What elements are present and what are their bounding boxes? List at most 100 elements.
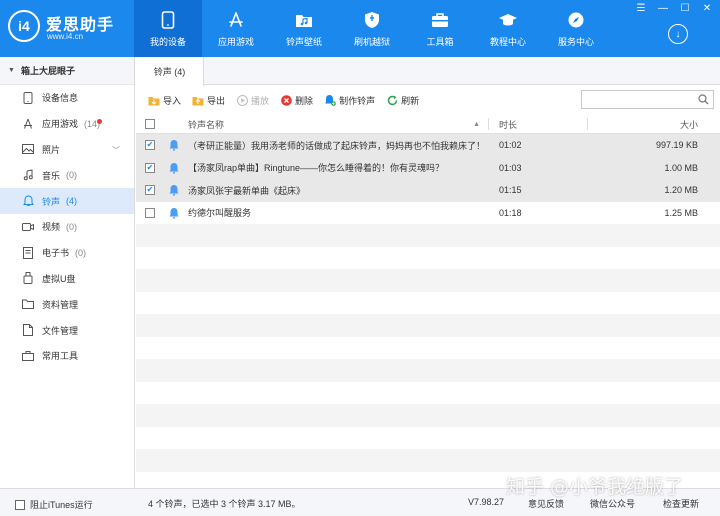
device-name: 箱上大屁眼子	[20, 66, 75, 76]
bell-plus-icon	[324, 94, 336, 106]
row-duration: 01:03	[499, 162, 522, 173]
shield-icon	[362, 10, 382, 30]
header-duration[interactable]: 时长	[489, 118, 587, 131]
nav-my-device[interactable]: 我的设备	[134, 0, 202, 57]
download-icon[interactable]: ↓	[668, 24, 688, 44]
nav-label: 工具箱	[426, 36, 454, 47]
bell-icon	[22, 195, 34, 207]
delete-button[interactable]: 删除	[280, 94, 313, 107]
row-name: 约德尔叫醒服务	[188, 208, 252, 219]
window-controls: ☰ — ☐ ✕	[634, 2, 714, 14]
select-all-checkbox[interactable]	[145, 119, 155, 129]
sidebar-item-file-management[interactable]: 文件管理	[0, 317, 134, 343]
photo-icon	[22, 143, 34, 155]
header-size[interactable]: 大小	[588, 118, 716, 131]
row-name: 汤家凤张宇最新单曲《起床》	[188, 185, 306, 196]
nav-label: 服务中心	[557, 36, 594, 47]
table-row[interactable]: ✔ 汤家凤张宇最新单曲《起床》 01:15 1.20 MB	[136, 179, 720, 202]
sidebar-item-common-tools[interactable]: 常用工具	[0, 343, 134, 369]
sidebar-item-label: 应用游戏	[42, 119, 79, 130]
row-checkbox[interactable]: ✔	[145, 185, 155, 196]
table-row[interactable]: ✔ 【汤家凤rap单曲】Ringtune——你怎么睡得着的！你有灵魂吗？ 01:…	[136, 156, 720, 179]
table-header: 铃声名称 ▲ 时长 大小	[136, 115, 720, 134]
close-icon[interactable]: ✕	[700, 2, 714, 14]
row-name: （考研正能量）我用汤老师的话做成了起床铃声，妈妈再也不怕我赖床了！	[188, 140, 486, 151]
header-name[interactable]: 铃声名称 ▲	[188, 118, 488, 131]
sidebar-item-label: 资料管理	[42, 299, 79, 310]
sidebar-item-ebooks[interactable]: 电子书 (0)	[0, 240, 134, 266]
app-store-icon	[226, 10, 246, 30]
empty-row	[136, 359, 720, 382]
sidebar-item-virtual-usb[interactable]: 虚拟U盘	[0, 266, 134, 292]
sidebar-item-videos[interactable]: 视频 (0)	[0, 214, 134, 240]
play-button[interactable]: 播放	[236, 94, 269, 107]
nav-label: 铃声壁纸	[285, 36, 322, 47]
empty-row	[136, 269, 720, 292]
block-itunes-checkbox[interactable]	[15, 499, 25, 510]
nav-apps-games[interactable]: 应用游戏	[202, 0, 270, 57]
notification-dot	[97, 118, 102, 124]
phone-info-icon	[22, 91, 34, 104]
music-folder-icon	[294, 10, 314, 30]
play-label: 播放	[251, 95, 270, 106]
nav-label: 教程中心	[489, 36, 526, 47]
empty-row	[136, 427, 720, 450]
row-size: 1.25 MB	[664, 207, 698, 218]
collapse-triangle-icon: ▼	[8, 67, 15, 74]
version-label: V7.98.27	[468, 497, 505, 507]
device-header[interactable]: ▼ 箱上大屁眼子	[0, 57, 134, 85]
minimize-icon[interactable]: —	[656, 2, 670, 14]
row-checkbox[interactable]: ✔	[145, 162, 155, 173]
empty-rows	[136, 224, 720, 494]
bell-icon	[169, 140, 179, 151]
header-name-label: 铃声名称	[188, 119, 225, 130]
row-size: 1.00 MB	[664, 162, 698, 173]
import-label: 导入	[163, 95, 182, 106]
sidebar-item-data-management[interactable]: 资料管理	[0, 291, 134, 317]
sidebar-item-apps[interactable]: 应用游戏 (14)	[0, 111, 134, 137]
search-input[interactable]	[581, 90, 714, 109]
sidebar-item-count: (4)	[66, 196, 78, 207]
empty-row	[136, 292, 720, 315]
row-checkbox[interactable]: ✔	[145, 140, 155, 151]
sidebar-item-device-info[interactable]: 设备信息	[0, 85, 134, 111]
ringtone-table: 铃声名称 ▲ 时长 大小 ✔ （考研正能量）我用汤老师的话做成了起床铃声，妈妈再也…	[136, 115, 720, 494]
tab-ringtones[interactable]: 铃声 (4)	[136, 57, 204, 86]
row-checkbox[interactable]	[145, 207, 155, 218]
table-row[interactable]: 约德尔叫醒服务 01:18 1.25 MB	[136, 202, 720, 225]
nav-service-center[interactable]: 服务中心	[542, 0, 610, 57]
music-note-icon	[22, 169, 34, 181]
sidebar-item-music[interactable]: 音乐 (0)	[0, 162, 134, 188]
sidebar-item-label: 设备信息	[42, 93, 79, 104]
app-icon	[22, 118, 34, 130]
menu-icon[interactable]: ☰	[634, 2, 648, 14]
block-itunes-toggle[interactable]: 阻止iTunes运行	[15, 498, 93, 511]
import-button[interactable]: 导入	[148, 94, 181, 107]
nav-toolbox[interactable]: 工具箱	[406, 0, 474, 57]
nav-flash-jailbreak[interactable]: 刷机越狱	[338, 0, 406, 57]
sidebar-item-ringtones[interactable]: 铃声 (4)	[0, 188, 134, 214]
ebook-icon	[22, 246, 34, 259]
chevron-down-icon[interactable]: ﹀	[112, 145, 120, 156]
nav-label: 刷机越狱	[353, 36, 390, 47]
nav-label: 应用游戏	[217, 36, 254, 47]
delete-icon	[280, 94, 292, 106]
logo-mark: i4	[8, 10, 40, 42]
make-ringtone-button[interactable]: 制作铃声	[324, 94, 375, 107]
nav-ringtones-wallpapers[interactable]: 铃声壁纸	[270, 0, 338, 57]
toolbox-icon	[430, 10, 450, 30]
sidebar-item-count: (0)	[66, 170, 78, 181]
sidebar-item-label: 文件管理	[42, 325, 79, 336]
selection-info: 4 个铃声，已选中 3 个铃声 3.17 MB。	[148, 499, 301, 509]
block-itunes-label: 阻止iTunes运行	[30, 500, 93, 510]
table-row[interactable]: ✔ （考研正能量）我用汤老师的话做成了起床铃声，妈妈再也不怕我赖床了！ 01:0…	[136, 134, 720, 157]
maximize-icon[interactable]: ☐	[678, 2, 692, 14]
nav-tutorials[interactable]: 教程中心	[474, 0, 542, 57]
nav-label: 我的设备	[149, 36, 186, 47]
search-icon[interactable]	[698, 94, 709, 105]
export-button[interactable]: 导出	[192, 94, 225, 107]
sidebar-item-photos[interactable]: 照片 ﹀	[0, 137, 134, 163]
refresh-button[interactable]: 刷新	[386, 94, 419, 107]
app-logo: i4 爱思助手 www.i4.cn	[8, 8, 118, 48]
row-size: 997.19 KB	[655, 140, 698, 151]
